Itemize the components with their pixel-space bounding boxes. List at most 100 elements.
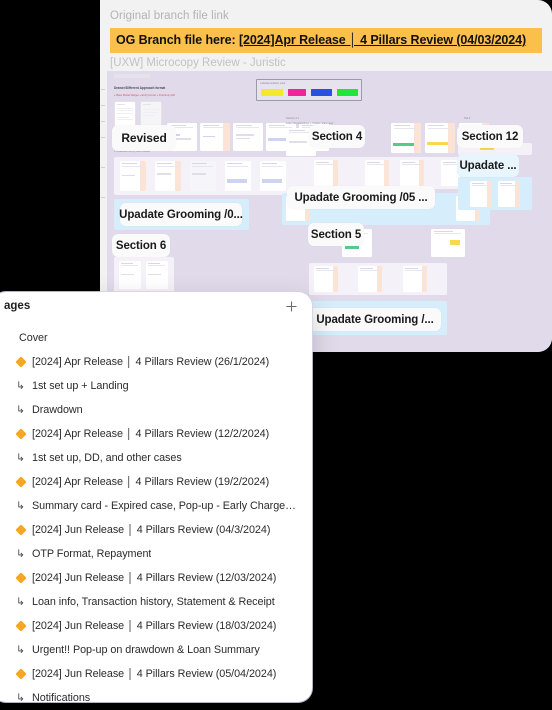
diamond-icon [14,620,27,632]
frame-label-upadate[interactable]: Upadate ... [457,154,519,177]
page-list-item-label: 1st set up, DD, and other cases [32,452,182,464]
frame-thumbnail[interactable] [358,266,382,292]
page-list-item-label: [2024] Jun Release │ 4 Pillars Review (0… [32,668,277,680]
swatch-content-text [337,89,358,96]
page-list-item[interactable]: ↳ OTP Format, Repayment [0,542,312,566]
page-list-item[interactable]: ↳ 1st set up, DD, and other cases [0,446,312,470]
cluster-note: Section 4.1 [286,117,299,120]
page-list-item[interactable]: ↳ Drawdown [0,398,312,422]
frame-thumbnail[interactable] [190,161,216,191]
swatch-label-data [288,89,306,96]
swatch-navigation [261,89,283,96]
frame-thumbnail[interactable] [314,266,338,292]
frame-label-section-4[interactable]: Section 4 [309,125,365,148]
frame-thumbnail[interactable] [225,161,251,191]
arrow-return-icon: ↳ [14,549,27,560]
page-list-item[interactable]: [2024] Apr Release │ 4 Pillars Review (1… [0,422,312,446]
frame-thumbnail[interactable] [400,160,424,186]
diamond-icon [14,572,27,584]
page-list-item-label: 1st set up + Landing [32,380,129,392]
frame-label-text: Section 4 [311,130,363,143]
pages-list[interactable]: Cover [2024] Apr Release │ 4 Pillars Revi… [0,320,312,702]
frame-label-section-5[interactable]: Section 5 [308,223,364,246]
arrow-return-icon: ↳ [14,597,27,608]
diamond-shape [14,428,27,440]
frame-thumbnail[interactable] [155,161,181,191]
diamond-shape [14,476,27,488]
color-legend-box: Label/annotation color [256,79,362,101]
frame-label-text: Upadate Grooming /05 ... [294,191,428,204]
page-list-item[interactable]: [2024] Jun Release │ 4 Pillars Review (0… [0,662,312,686]
page-list-item[interactable]: ↳ Notifications [0,686,312,702]
og-branch-banner: OG Branch file here: [2024]Apr Release │… [110,28,542,53]
frame-label-upadate-grooming-0[interactable]: Upadate Grooming /0... [119,203,243,226]
frame-thumbnail[interactable] [498,181,520,207]
page-list-item-label: Urgent!! Pop-up on drawdown & Loan Summa… [32,644,260,656]
frame-label-text: Upadate Grooming /0... [119,208,243,221]
page-list-item-label: Drawdown [32,404,83,416]
frame-thumbnail[interactable] [260,161,286,191]
page-list-item-label: Summary card - Expired case, Pop-up - Ea… [32,500,298,512]
frame-thumbnail[interactable] [431,229,465,257]
arrow-glyph: ↳ [16,643,25,656]
frame-label-revised[interactable]: Revised [112,125,176,151]
arrow-glyph: ↳ [16,691,25,702]
frame-thumbnail[interactable] [233,123,263,151]
page-list-item-label: [2024] Jun Release │ 4 Pillars Review (1… [32,572,277,584]
page-list-item[interactable]: ↳ Summary card - Expired case, Pop-up - E… [0,494,312,518]
note-subheading: + Base Model Widget + Entry format + Fir… [114,94,175,97]
frame-thumbnail[interactable] [119,261,141,289]
page-list-item[interactable]: [2024] Apr Release │ 4 Pillars Review (1… [0,470,312,494]
arrow-return-icon: ↳ [14,381,27,392]
frame-thumbnail[interactable] [200,123,230,151]
page-list-item-label: Loan info, Transaction history, Statemen… [32,596,275,608]
page-list-item-label: [2024] Jun Release │ 4 Pillars Review (0… [32,524,271,536]
frame-label-text: Section 12 [461,130,519,143]
plus-icon[interactable] [285,300,298,313]
frame-thumbnail[interactable] [470,181,492,207]
pages-panel-header: ages [0,292,312,320]
page-list-item-label: [2024] Apr Release │ 4 Pillars Review (1… [32,428,270,440]
page-list-item[interactable]: [2024] Jun Release │ 4 Pillars Review (1… [0,614,312,638]
frame-label-section-6[interactable]: Section 6 [112,234,170,257]
frame-thumbnail[interactable] [120,161,146,191]
frame-label-upadate-grooming[interactable]: Upadate Grooming /... [309,308,441,331]
page-list-item[interactable]: ↳ Urgent!! Pop-up on drawdown & Loan Summ… [0,638,312,662]
file-subtitle: [UXW] Microcopy Review - Juristic [110,57,286,69]
page-list-item[interactable]: [2024] Jun Release │ 4 Pillars Review (0… [0,518,312,542]
page-list-item-label: [2024] Apr Release │ 4 Pillars Review (2… [32,356,270,368]
og-branch-link[interactable]: [2024]Apr Release │ 4 Pillars Review (04… [239,33,526,47]
page-list-item[interactable]: ↳ 1st set up + Landing [0,374,312,398]
frame-thumbnail[interactable] [365,160,389,186]
diamond-icon [14,476,27,488]
arrow-glyph: ↳ [16,499,25,512]
frame-thumbnail[interactable] [425,123,455,153]
page-list-item[interactable]: [2024] Jun Release │ 4 Pillars Review (1… [0,566,312,590]
frame-label-text: Upadate Grooming /... [316,313,434,326]
page-list-item[interactable]: Cover [0,326,312,350]
frame-label-section-12[interactable]: Section 12 [457,125,523,148]
page-list-item[interactable]: ↳ Loan info, Transaction history, Stateme… [0,590,312,614]
file-card-header: Original branch file link OG Branch file… [100,0,552,71]
og-branch-prefix: OG Branch file here: [116,33,239,47]
frame-label-text: Revised [121,131,167,145]
frame-label-upadate-grooming-05[interactable]: Upadate Grooming /05 ... [287,186,435,209]
page-list-item[interactable]: [2024] Apr Release │ 4 Pillars Review (2… [0,350,312,374]
pages-panel-title: ages [4,300,31,312]
page-list-item-label: Notifications [32,692,91,702]
screenshot-root: Original branch file link OG Branch file… [0,0,552,710]
arrow-glyph: ↳ [16,379,25,392]
frame-thumbnail[interactable] [314,160,338,186]
frame-label-text: Upadate ... [459,159,517,172]
note-heading: Drawer/Different Approach format [114,86,166,90]
color-legend-title: Label/annotation color [260,82,286,85]
diamond-shape [14,524,27,536]
pages-panel: ages Cover [2024] Apr Release │ 4 Pillars… [0,292,312,702]
note-accent-bar [114,74,150,78]
page-list-item-label: Cover [19,332,48,344]
frame-thumbnail[interactable] [403,266,427,292]
frame-thumbnail[interactable] [391,123,421,153]
diamond-icon [14,356,27,368]
frame-thumbnail[interactable] [146,261,168,289]
original-branch-label: Original branch file link [110,10,229,22]
